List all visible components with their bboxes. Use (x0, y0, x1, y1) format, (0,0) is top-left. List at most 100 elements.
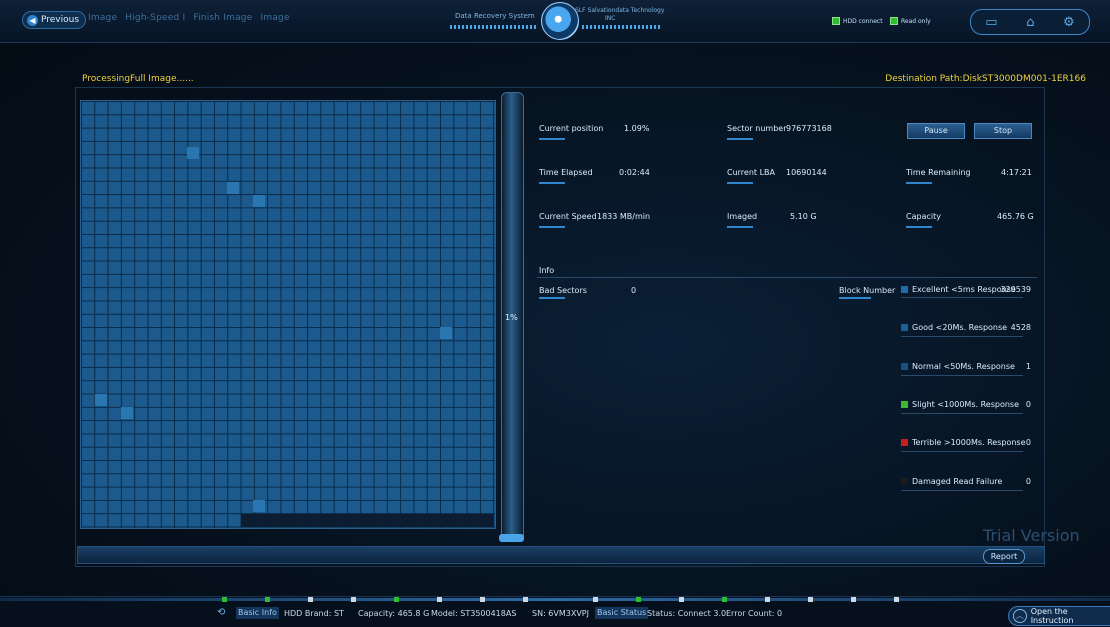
company-line1: SLF Salvationdata Technology (575, 7, 665, 14)
time-remaining-value: 4:17:21 (1001, 168, 1032, 177)
sector-cell (121, 407, 133, 419)
legend-count: 4528 (1010, 323, 1031, 332)
port-led-icon (437, 597, 442, 602)
legend-excellent: Excellent <5ms Response 329539 (901, 285, 1031, 294)
hdd-connect-label: HDD connect (843, 17, 883, 25)
sector-cell (95, 394, 107, 406)
current-position-value: 1.09% (624, 124, 650, 133)
report-button[interactable]: Report (983, 549, 1025, 564)
pause-button[interactable]: Pause (907, 123, 965, 139)
underline (539, 182, 565, 184)
sector-map (80, 100, 496, 529)
sector-cell (227, 182, 239, 194)
imaged-value: 5.10 G (790, 212, 817, 221)
bad-sectors-label: Bad Sectors (539, 286, 587, 295)
port-led-icon (308, 597, 313, 602)
port-led-icon (480, 597, 485, 602)
legend-count: 0 (1025, 477, 1031, 486)
underline (901, 336, 1023, 337)
port-led-icon (894, 597, 899, 602)
port-led-icon (265, 597, 270, 602)
port-led-icon (722, 597, 727, 602)
header-stripe-left (450, 25, 538, 29)
breadcrumb-item[interactable]: High-Speed I (125, 13, 185, 23)
footer-divider (0, 598, 1110, 601)
imaged-label: Imaged (727, 212, 758, 221)
progress-percent: 1% (505, 313, 518, 322)
underline (901, 490, 1023, 491)
port-led-icon (808, 597, 813, 602)
underline (901, 297, 1023, 298)
breadcrumb-item[interactable]: Image (88, 13, 117, 23)
port-led-icon (351, 597, 356, 602)
underline (906, 226, 932, 228)
legend-slight: Slight <1000Ms. Response 0 (901, 400, 1031, 409)
company-line2: INC (605, 15, 616, 22)
legend-label: Normal <50Ms. Response (912, 362, 1015, 371)
back-arrow-icon: ◀ (27, 14, 38, 26)
hdd-connect-indicator: HDD connect (832, 17, 883, 25)
port-led-icon (851, 597, 856, 602)
legend-swatch (901, 478, 908, 485)
breadcrumb-item[interactable]: Finish Image (193, 13, 252, 23)
underline (906, 182, 932, 184)
port-led-icon (593, 597, 598, 602)
settings-icon[interactable]: ⚙ (1063, 15, 1075, 30)
sector-cell (253, 500, 265, 512)
time-elapsed-value: 0:02:44 (619, 168, 650, 177)
refresh-icon[interactable]: ⟲ (217, 607, 225, 618)
hdd-serial: SN: 6VM3XVPJ (532, 609, 589, 618)
connection-status: Status: Connect 3.0 (647, 609, 727, 618)
legend-label: Damaged Read Failure (912, 477, 1003, 486)
header-stripe-right (582, 25, 660, 29)
sector-cell (187, 147, 199, 159)
legend-count: 329539 (1000, 285, 1031, 294)
processing-title: ProcessingFull Image...... (82, 74, 194, 84)
legend-swatch (901, 439, 908, 446)
legend-count: 0 (1025, 400, 1031, 409)
trial-watermark: Trial Version (983, 526, 1080, 545)
current-speed-label: Current Speed (539, 212, 597, 221)
underline (539, 297, 565, 299)
legend-damaged: Damaged Read Failure 0 (901, 477, 1031, 486)
stop-button[interactable]: Stop (974, 123, 1032, 139)
minimize-icon[interactable]: ▭ (985, 15, 997, 30)
destination-path: Destination Path:DiskST3000DM001-1ER166 (885, 74, 1086, 84)
open-instruction-button[interactable]: ︿ Open the Instruction (1008, 606, 1110, 626)
current-lba-value: 10690144 (786, 168, 827, 177)
hdd-model: Model: ST3500418AS (431, 609, 517, 618)
led-icon (890, 17, 898, 25)
port-led-icon (523, 597, 528, 602)
info-divider (537, 277, 1037, 278)
underline (539, 138, 565, 140)
basic-info-tab[interactable]: Basic Info (236, 607, 279, 619)
block-number-label: Block Number (839, 286, 896, 295)
current-position-label: Current position (539, 124, 604, 133)
port-led-icon (636, 597, 641, 602)
previous-button[interactable]: ◀ Previous (22, 11, 87, 29)
current-lba-label: Current LBA (727, 168, 776, 177)
underline (539, 226, 565, 228)
progress-bar-fill (499, 534, 524, 542)
led-icon (832, 17, 840, 25)
underline (727, 182, 753, 184)
company-name: SLF Salvationdata Technology INC (575, 7, 664, 23)
sector-cell (253, 195, 265, 207)
home-icon[interactable]: ⌂ (1026, 15, 1034, 30)
underline (727, 138, 753, 140)
underline (901, 413, 1023, 414)
read-only-label: Read only (901, 17, 931, 25)
bad-sectors-value: 0 (631, 286, 637, 295)
sector-cell (440, 327, 452, 339)
legend-swatch (901, 324, 908, 331)
underline (727, 226, 753, 228)
hdd-capacity: Capacity: 465.8 G (358, 609, 430, 618)
breadcrumb-item[interactable]: Image (261, 13, 290, 23)
port-led-icon (222, 597, 227, 602)
horizontal-progress-bar (77, 546, 1045, 564)
capacity-value: 465.76 G (997, 212, 1034, 221)
read-only-indicator: Read only (890, 17, 931, 25)
time-elapsed-label: Time Elapsed (539, 168, 593, 177)
basic-status-tab[interactable]: Basic Status (595, 607, 649, 619)
error-count: Error Count: 0 (726, 609, 783, 618)
